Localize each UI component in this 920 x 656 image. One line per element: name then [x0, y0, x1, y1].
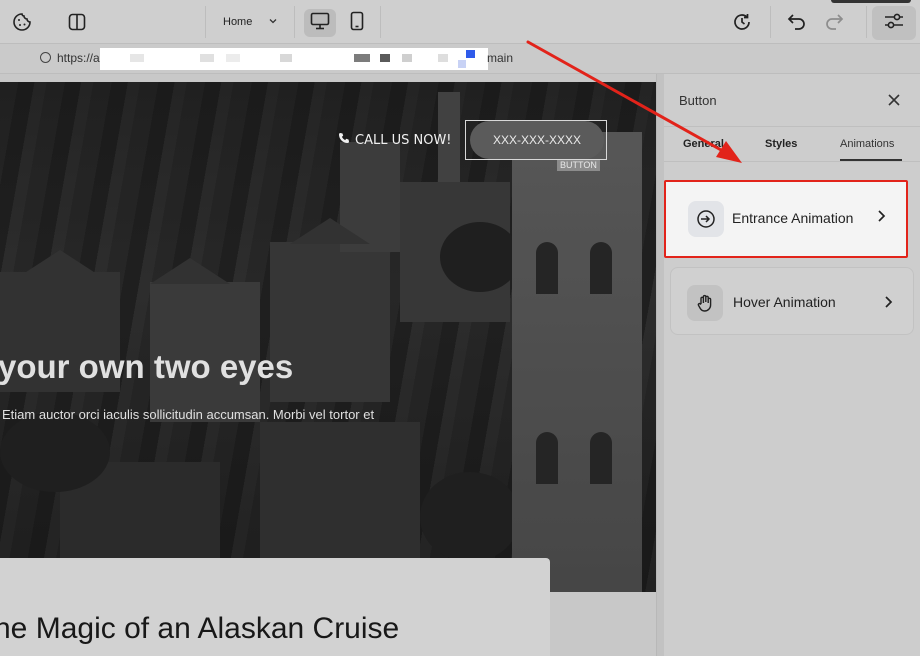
mobile-icon: [350, 11, 364, 36]
hand-icon: [687, 285, 723, 321]
tab-general[interactable]: General: [683, 138, 724, 150]
page-select-label: Home: [223, 16, 253, 28]
mobile-view-button[interactable]: [341, 9, 373, 37]
call-us-label: CALL US NOW!: [355, 132, 452, 148]
site-status-icon: [40, 52, 51, 63]
panel-tabs: General Styles Animations: [664, 126, 920, 162]
properties-panel: Button General Styles Animations Entranc…: [664, 74, 920, 656]
phone-icon: [338, 132, 350, 148]
cookie-icon[interactable]: [10, 10, 34, 34]
redo-icon[interactable]: [822, 10, 846, 34]
chevron-right-icon: [876, 209, 886, 228]
hero-section: CALL US NOW! XXX-XXX-XXXX BUTTON your ow…: [0, 82, 656, 592]
top-toolbar: Home: [0, 0, 920, 44]
entrance-icon: [688, 201, 724, 237]
panels-icon[interactable]: [65, 10, 89, 34]
hero-title: your own two eyes: [0, 348, 294, 385]
sliders-icon: [884, 13, 904, 34]
chevron-down-icon: [268, 16, 278, 29]
tab-animations[interactable]: Animations: [840, 138, 894, 150]
entrance-animation-item[interactable]: Entrance Animation: [664, 180, 908, 258]
settings-button[interactable]: [872, 6, 916, 40]
call-us-link[interactable]: CALL US NOW!: [338, 132, 452, 148]
active-tab-indicator: [840, 159, 902, 161]
close-icon[interactable]: [886, 92, 902, 108]
canvas-preview: CALL US NOW! XXX-XXX-XXXX BUTTON your ow…: [0, 74, 656, 656]
tab-styles[interactable]: Styles: [765, 138, 797, 150]
hover-animation-label: Hover Animation: [733, 294, 836, 310]
card-title: he Magic of an Alaskan Cruise: [0, 612, 400, 645]
url-suffix[interactable]: main: [487, 51, 513, 65]
url-bar: https://a main: [0, 44, 920, 74]
history-icon[interactable]: [730, 10, 754, 34]
hover-animation-item[interactable]: Hover Animation: [670, 267, 914, 335]
panel-title: Button: [679, 93, 717, 108]
desktop-view-button[interactable]: [304, 9, 336, 37]
undo-icon[interactable]: [785, 10, 809, 34]
chevron-right-icon: [883, 295, 893, 314]
phone-number-button[interactable]: XXX-XXX-XXXX: [470, 121, 604, 159]
url-prefix[interactable]: https://a: [57, 51, 100, 65]
panel-resize-handle[interactable]: [656, 74, 664, 656]
content-card: he Magic of an Alaskan Cruise: [0, 558, 550, 656]
url-redaction: [100, 48, 488, 70]
desktop-icon: [310, 12, 330, 35]
page-select[interactable]: Home: [208, 6, 292, 38]
element-type-tag: BUTTON: [557, 160, 600, 171]
entrance-animation-label: Entrance Animation: [732, 210, 854, 226]
hero-subtitle: Etiam auctor orci iaculis sollicitudin a…: [2, 407, 375, 422]
